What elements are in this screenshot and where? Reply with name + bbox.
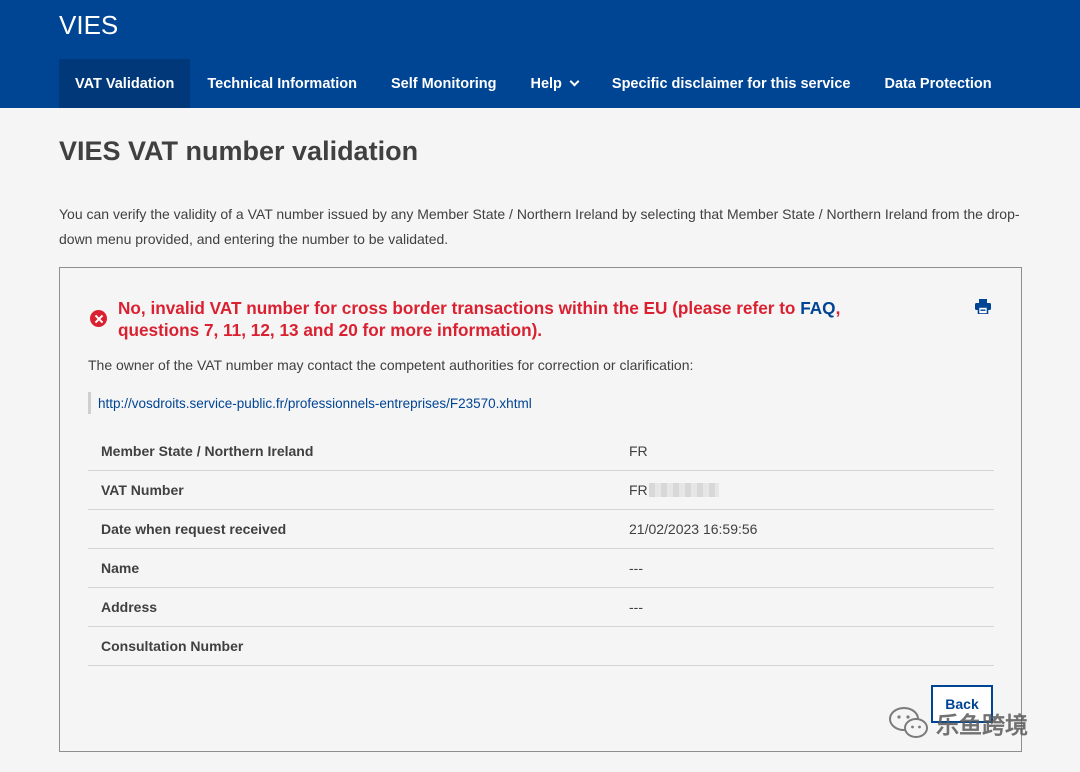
detail-label: Date when request received xyxy=(101,521,287,537)
detail-label: Address xyxy=(101,599,158,615)
nav-specific-disclaimer[interactable]: Specific disclaimer for this service xyxy=(595,59,868,108)
detail-value: 21/02/2023 16:59:56 xyxy=(629,521,758,537)
detail-row-vat-number: VAT Number FR xyxy=(88,471,994,510)
error-message-text: No, invalid VAT number for cross border … xyxy=(118,298,801,318)
nav-label: Specific disclaimer for this service xyxy=(611,75,851,92)
faq-link[interactable]: FAQ xyxy=(800,298,835,318)
owner-note: The owner of the VAT number may contact … xyxy=(88,357,694,373)
detail-row-member-state: Member State / Northern Ireland FR xyxy=(88,432,994,471)
nav-label: Help xyxy=(530,75,562,92)
error-message: No, invalid VAT number for cross border … xyxy=(118,297,918,341)
intro-text: You can verify the validity of a VAT num… xyxy=(59,206,1020,247)
detail-row-request-date: Date when request received 21/02/2023 16… xyxy=(88,510,994,549)
detail-row-name: Name --- xyxy=(88,549,994,588)
main-nav: VAT Validation Technical Information Sel… xyxy=(59,59,1009,108)
detail-value: --- xyxy=(629,560,643,576)
detail-row-address: Address --- xyxy=(88,588,994,627)
detail-label: Name xyxy=(101,560,140,576)
detail-label: Member State / Northern Ireland xyxy=(101,443,314,459)
nav-label: VAT Validation xyxy=(75,75,175,92)
site-brand[interactable]: VIES xyxy=(59,10,118,41)
wechat-logo-icon xyxy=(889,707,928,738)
detail-value: FR xyxy=(629,482,648,498)
nav-help[interactable]: Help xyxy=(513,59,594,108)
authority-link[interactable]: http://vosdroits.service-public.fr/profe… xyxy=(98,396,532,411)
nav-self-monitoring[interactable]: Self Monitoring xyxy=(374,59,514,108)
detail-value: --- xyxy=(629,599,643,615)
nav-label: Self Monitoring xyxy=(390,75,497,92)
nav-data-protection[interactable]: Data Protection xyxy=(867,59,1008,108)
nav-label: Technical Information xyxy=(207,75,357,92)
site-header: VIES VAT Validation Technical Informatio… xyxy=(0,0,1080,108)
detail-row-consultation-number: Consultation Number xyxy=(88,627,994,666)
error-circle-icon xyxy=(90,310,107,327)
detail-label: VAT Number xyxy=(101,482,184,498)
watermark-text: 乐鱼跨境 xyxy=(936,712,1028,738)
nav-label: Data Protection xyxy=(884,75,992,92)
redacted-vat-number xyxy=(648,483,719,497)
nav-technical-information[interactable]: Technical Information xyxy=(190,59,374,108)
authority-link-block: http://vosdroits.service-public.fr/profe… xyxy=(88,392,532,414)
nav-vat-validation[interactable]: VAT Validation xyxy=(59,59,191,108)
detail-value: FR xyxy=(629,443,648,459)
details-table: Member State / Northern Ireland FR VAT N… xyxy=(88,432,994,666)
print-icon[interactable] xyxy=(975,299,991,314)
detail-label: Consultation Number xyxy=(101,638,244,654)
validation-result-panel: No, invalid VAT number for cross border … xyxy=(59,267,1022,752)
detail-value-wrap: FR xyxy=(629,482,719,498)
chevron-down-icon xyxy=(569,76,580,86)
watermark: 乐鱼跨境 xyxy=(888,705,1028,741)
page-title: VIES VAT number validation xyxy=(59,136,419,166)
